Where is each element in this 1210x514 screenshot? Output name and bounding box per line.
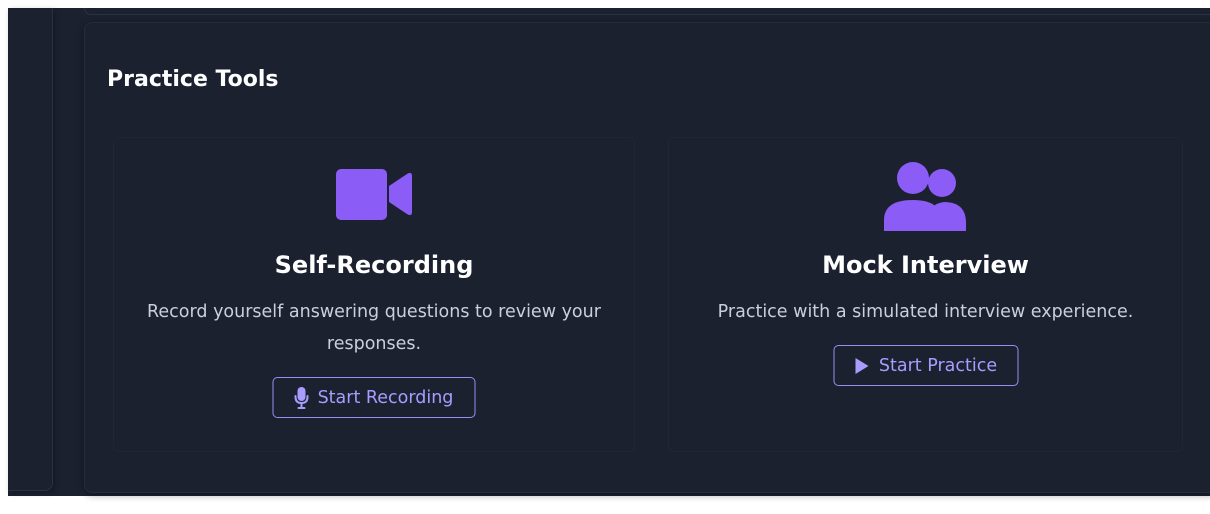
button-label: Start Recording <box>317 387 454 408</box>
top-panel-edge <box>84 8 1210 15</box>
card-title: Self-Recording <box>274 251 474 279</box>
left-side-panel <box>8 8 53 491</box>
section-title: Practice Tools <box>107 67 279 92</box>
mock-interview-card: Mock Interview Practice with a simulated… <box>668 137 1183 452</box>
play-icon <box>855 357 869 374</box>
self-recording-card: Self-Recording Record yourself answering… <box>113 137 635 452</box>
users-icon <box>883 162 966 231</box>
app-background: Practice Tools Self-Recording Record you… <box>8 8 1210 496</box>
video-camera-icon <box>336 169 412 220</box>
start-recording-button[interactable]: Start Recording <box>272 377 476 418</box>
card-description: Record yourself answering questions to r… <box>147 302 601 354</box>
card-description: Practice with a simulated interview expe… <box>717 302 1134 322</box>
card-title: Mock Interview <box>822 251 1029 279</box>
button-label: Start Practice <box>878 355 998 376</box>
microphone-icon <box>294 386 309 409</box>
start-practice-button[interactable]: Start Practice <box>833 345 1018 386</box>
practice-tools-panel: Practice Tools Self-Recording Record you… <box>84 22 1210 493</box>
